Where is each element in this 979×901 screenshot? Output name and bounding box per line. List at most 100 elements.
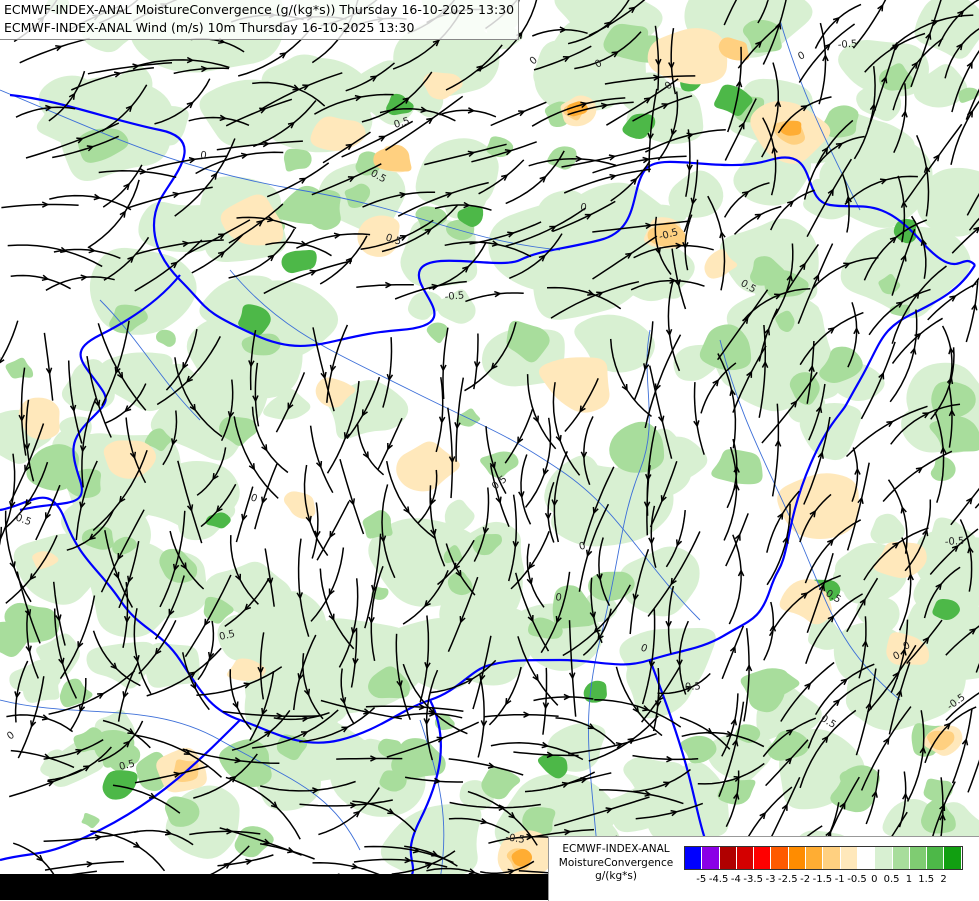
divergence-area: [539, 357, 609, 412]
streamline: [449, 759, 524, 775]
legend-unit-label: g/(kg*s): [549, 870, 683, 884]
legend-tick-label: 0.5: [884, 874, 900, 885]
streamline: [474, 334, 478, 390]
legend-tick-label: -3.5: [743, 874, 763, 885]
legend-tick-label: 0: [871, 874, 877, 885]
contour-label: -0.5: [837, 39, 857, 51]
convergence-area: [480, 451, 518, 477]
color-legend: ECMWF-INDEX-ANAL MoistureConvergence g/(…: [548, 836, 979, 901]
streamline: [1, 205, 78, 208]
weather-map: 00.500.50-0.50.50-0.500.50-0.500.5000.50…: [0, 0, 979, 900]
contour-label: -0.5: [945, 536, 965, 548]
streamline: [465, 293, 523, 301]
legend-tick-label: -2.5: [778, 874, 798, 885]
convergence-area: [82, 813, 100, 828]
convergence-area: [284, 149, 312, 172]
convergence-area: [6, 358, 34, 379]
streamline: [49, 196, 131, 210]
legend-swatch: [823, 847, 840, 869]
legend-swatch: [789, 847, 806, 869]
contour-label: -0.5: [444, 290, 464, 303]
legend-swatch: [944, 847, 961, 869]
contour-label: 0: [200, 150, 207, 162]
legend-swatch: [685, 847, 702, 869]
contour-label: 0: [580, 202, 588, 214]
streamline: [436, 377, 443, 452]
convergence-area: [870, 514, 904, 544]
streamline: [88, 180, 139, 248]
streamline: [45, 862, 124, 871]
streamline: [255, 464, 277, 529]
legend-variable-label: MoistureConvergence: [549, 857, 683, 871]
streamline: [975, 458, 979, 508]
streamline: [527, 544, 544, 608]
convergence-area: [60, 679, 93, 708]
streamline: [36, 485, 60, 540]
legend-tick-label: -0.5: [847, 874, 867, 885]
legend-swatch: [910, 847, 927, 869]
moisture-convergence-title: ECMWF-INDEX-ANAL MoistureConvergence (g/…: [4, 1, 514, 19]
legend-model-label: ECMWF-INDEX-ANAL: [549, 843, 683, 857]
streamline: [543, 668, 547, 735]
legend-tick-label: -4.5: [709, 874, 729, 885]
legend-swatch: [754, 847, 771, 869]
streamline: [443, 328, 448, 399]
streamline: [951, 481, 979, 525]
legend-swatches: [684, 846, 963, 870]
convergence-area: [547, 146, 576, 169]
streamline: [439, 110, 496, 116]
legend-swatch: [702, 847, 719, 869]
moisture-convergence-field: [0, 0, 979, 888]
streamline: [317, 501, 349, 560]
streamline: [448, 408, 453, 498]
convergence-area: [427, 322, 448, 343]
legend-swatch: [893, 847, 910, 869]
legend-tick-label: -1.5: [813, 874, 833, 885]
streamline: [521, 455, 531, 525]
streamline: [0, 527, 1, 580]
convergence-area: [363, 510, 393, 538]
legend-swatch: [858, 847, 875, 869]
strong-convergence-area: [103, 770, 138, 799]
convergence-area: [706, 733, 772, 781]
legend-ticks: -5-4.5-4-3.5-3-2.5-2-1.5-1-0.500.511.52: [684, 874, 979, 888]
legend-tick-label: 1.5: [918, 874, 934, 885]
legend-tick-label: -4: [731, 874, 741, 885]
legend-swatch: [771, 847, 788, 869]
strong-convergence-area: [538, 754, 567, 778]
streamline: [44, 333, 52, 401]
legend-swatch: [927, 847, 944, 869]
legend-swatch: [720, 847, 737, 869]
contour-label: 0.5: [118, 758, 136, 773]
legend-swatch: [875, 847, 892, 869]
convergence-area: [609, 422, 664, 473]
streamline: [8, 245, 103, 266]
legend-swatch: [841, 847, 858, 869]
streamline: [726, 513, 748, 566]
streamline: [534, 697, 594, 701]
streamline: [340, 459, 364, 534]
strong-convergence-area: [282, 250, 317, 273]
legend-tick-label: -5: [696, 874, 706, 885]
legend-tick-label: -1: [835, 874, 845, 885]
convergence-area: [156, 330, 176, 347]
convergence-area: [153, 106, 189, 146]
convergence-area: [408, 291, 444, 320]
contour-label: 0.5: [685, 681, 701, 693]
divergence-area: [373, 145, 411, 172]
contour-label: 0.5: [14, 512, 33, 528]
wind-title: ECMWF-INDEX-ANAL Wind (m/s) 10m Thursday…: [4, 19, 514, 37]
streamline: [311, 426, 333, 493]
streamline: [336, 759, 402, 760]
streamline: [893, 318, 943, 363]
streamline: [366, 706, 464, 711]
legend-tick-label: -3: [766, 874, 776, 885]
streamline: [729, 535, 741, 624]
legend-swatch: [737, 847, 754, 869]
streamline: [393, 714, 462, 718]
streamline: [484, 715, 558, 717]
legend-tick-label: 2: [940, 874, 946, 885]
streamline: [744, 628, 749, 721]
divergence-area: [284, 491, 315, 519]
streamline: [356, 285, 414, 288]
